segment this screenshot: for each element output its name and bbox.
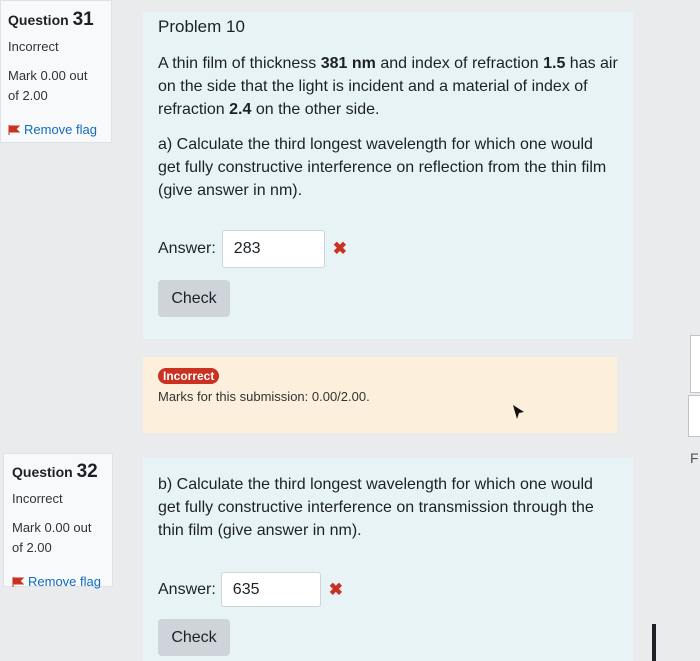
remove-flag-link[interactable]: Remove flag [12,574,104,589]
cursor-icon [513,405,524,419]
question-31-info: Question 31 Incorrect Mark 0.00 out of 2.… [0,0,112,143]
question-31-formulation: Problem 10 A thin film of thickness 381 … [143,12,633,339]
question-32-formulation: b) Calculate the third longest wavelengt… [143,458,633,661]
part-a-question: a) Calculate the third longest wavelengt… [158,136,607,199]
scroll-marker [652,624,656,661]
answer-label: Answer: [158,580,216,598]
remove-flag-label: Remove flag [28,574,101,589]
incorrect-icon: ✖ [328,579,344,599]
part-b-question: b) Calculate the third longest wavelengt… [158,476,594,539]
question-state: Incorrect [8,39,59,54]
problem-statement: A thin film of thickness 381 nm and inde… [158,55,618,118]
feedback-outcome: Incorrect Marks for this submission: 0.0… [143,357,617,433]
question-number: Question 32 [12,461,98,482]
side-panel-letter: F [690,450,699,466]
answer-b-input[interactable]: 635 [220,572,321,607]
answer-a-input[interactable]: 283 [221,230,325,268]
submission-marks: Marks for this submission: 0.00/2.00. [158,389,370,404]
question-grade: Mark 0.00 out of 2.00 [12,520,92,555]
answer-row-a: Answer: 283 ✖ [158,230,618,268]
check-button[interactable]: Check [158,619,230,656]
question-grade: Mark 0.00 out of 2.00 [8,68,88,103]
question-number: Question 31 [8,9,94,30]
incorrect-icon: ✖ [332,239,348,258]
side-panel-edge [688,395,700,437]
flag-icon [12,576,24,587]
remove-flag-label: Remove flag [24,122,97,137]
answer-label: Answer: [158,240,216,257]
remove-flag-link[interactable]: Remove flag [8,122,104,137]
problem-title: Problem 10 [158,17,245,36]
incorrect-badge: Incorrect [158,368,220,384]
check-button[interactable]: Check [158,280,230,317]
side-panel-edge [690,335,700,393]
answer-row-b: Answer: 635 ✖ [158,572,618,607]
question-32-info: Question 32 Incorrect Mark 0.00 out of 2.… [3,453,113,589]
question-state: Incorrect [12,491,63,506]
flag-icon [8,124,20,135]
